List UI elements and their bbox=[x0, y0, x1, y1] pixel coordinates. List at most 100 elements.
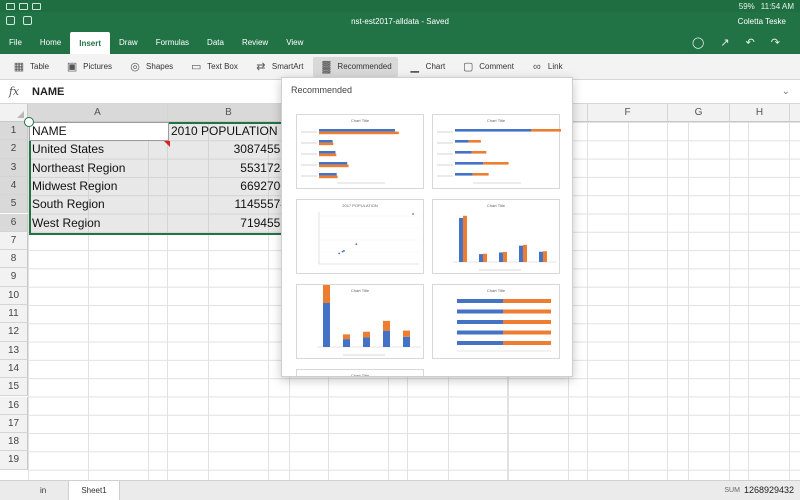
column bbox=[323, 303, 330, 347]
sheet-tabs-bar: in Sheet1 SUM 1268929432 bbox=[0, 480, 800, 500]
lightbulb-icon[interactable]: ◯ bbox=[692, 36, 704, 49]
share-icon[interactable]: ↗ bbox=[720, 36, 729, 49]
row-header-6[interactable]: 6 bbox=[0, 213, 28, 232]
cell-b5[interactable]: 11455574 bbox=[168, 195, 290, 213]
text-box-icon: ▭ bbox=[190, 61, 202, 73]
row-header-12[interactable]: 12 bbox=[0, 323, 28, 342]
row-header-15[interactable]: 15 bbox=[0, 378, 28, 397]
cell-a4[interactable]: Midwest Region bbox=[29, 177, 168, 195]
row-header-14[interactable]: 14 bbox=[0, 359, 28, 379]
bar bbox=[503, 341, 551, 345]
tab-home[interactable]: Home bbox=[31, 30, 70, 54]
cell-a1[interactable]: NAME bbox=[29, 122, 168, 140]
data-point bbox=[412, 213, 414, 215]
tab-insert[interactable]: Insert bbox=[70, 32, 111, 54]
chart-thumbnail-3[interactable]: 2017 POPULATION bbox=[296, 199, 424, 274]
tab-file[interactable]: File bbox=[0, 30, 31, 54]
toolbar-recommended-button[interactable]: ▓ Recommended bbox=[313, 56, 398, 77]
link-icon: ∞ bbox=[533, 60, 541, 73]
column-header-i[interactable]: I bbox=[790, 104, 800, 122]
error-flag[interactable] bbox=[164, 141, 170, 147]
row-header-2[interactable]: 2 bbox=[0, 140, 28, 159]
tab-view[interactable]: View bbox=[277, 30, 312, 54]
fx-icon[interactable]: fx bbox=[0, 85, 28, 98]
title-bar: nst-est2017-alldata - Saved Coletta Tesk… bbox=[0, 12, 800, 30]
row-header-19[interactable]: 19 bbox=[0, 451, 28, 470]
row-header-18[interactable]: 18 bbox=[0, 433, 28, 452]
ribbon-tabs: File Home Insert Draw Formulas Data Review View… bbox=[0, 30, 800, 54]
row-header-8[interactable]: 8 bbox=[0, 250, 28, 269]
cell-b3[interactable]: 5531724 bbox=[168, 159, 290, 177]
chart-thumbnail-4[interactable]: Chart Title bbox=[432, 199, 560, 274]
toolbar-link-button[interactable]: ∞ Link bbox=[524, 57, 569, 77]
row-header-17[interactable]: 17 bbox=[0, 414, 28, 434]
column bbox=[519, 245, 523, 262]
column-header-a[interactable]: A bbox=[28, 104, 168, 122]
chart-thumbnail-7[interactable]: Chart Title bbox=[296, 369, 424, 376]
row-header-5[interactable]: 5 bbox=[0, 195, 28, 214]
sheet-tab-sheet1[interactable]: Sheet1 bbox=[68, 481, 120, 500]
battery-level: 59% bbox=[738, 1, 755, 11]
tab-review[interactable]: Review bbox=[233, 30, 277, 54]
toolbar-label: Shapes bbox=[146, 62, 174, 71]
row-header-9[interactable]: 9 bbox=[0, 268, 28, 287]
tab-draw[interactable]: Draw bbox=[110, 30, 147, 54]
toolbar-comment-button[interactable]: ▢ Comment bbox=[455, 56, 520, 77]
column bbox=[403, 336, 410, 347]
toolbar-smartart-button[interactable]: ⇄ SmartArt bbox=[248, 56, 310, 77]
thumbnail-chart-svg bbox=[453, 215, 557, 271]
column-header-g[interactable]: G bbox=[668, 104, 730, 122]
row-header-3[interactable]: 3 bbox=[0, 158, 28, 177]
thumbnail-chart-svg bbox=[301, 129, 399, 184]
toolbar-pictures-button[interactable]: ▣ Pictures bbox=[59, 56, 118, 77]
cell-b4[interactable]: 6692700 bbox=[168, 177, 290, 195]
sheet-tab-in[interactable]: in bbox=[32, 481, 54, 500]
cell-b6[interactable]: 7194555 bbox=[168, 214, 290, 232]
row-header-1[interactable]: 1 bbox=[0, 122, 28, 141]
toolbar-chart-button[interactable]: ▁ Chart bbox=[402, 56, 452, 77]
column bbox=[343, 334, 350, 340]
thumbnail-chart-svg bbox=[457, 299, 551, 352]
toolbar-text-box-button[interactable]: ▭ Text Box bbox=[183, 56, 244, 77]
cell-b1[interactable]: 2010 POPULATION bbox=[168, 122, 290, 140]
selection-handle-top[interactable] bbox=[24, 117, 34, 127]
tab-data[interactable]: Data bbox=[198, 30, 233, 54]
bar bbox=[455, 151, 472, 154]
redo-icon[interactable]: ↷ bbox=[771, 36, 780, 49]
app-icon bbox=[32, 2, 41, 10]
chart-thumbnail-1[interactable]: Chart Title bbox=[296, 114, 424, 189]
tab-formulas[interactable]: Formulas bbox=[147, 30, 198, 54]
chart-thumbnail-6[interactable]: Chart Title bbox=[432, 284, 560, 359]
toolbar-label: Recommended bbox=[337, 62, 392, 71]
column bbox=[343, 339, 350, 347]
bar bbox=[319, 131, 399, 135]
row-header-11[interactable]: 11 bbox=[0, 305, 28, 324]
cell-a3[interactable]: Northeast Region bbox=[29, 159, 168, 177]
cell-a2[interactable]: United States bbox=[29, 140, 168, 158]
toolbar-label: Comment bbox=[479, 62, 514, 71]
data-point bbox=[338, 252, 341, 255]
bar bbox=[503, 299, 551, 303]
undo-icon[interactable]: ↶ bbox=[746, 36, 755, 49]
chart-thumbnail-2[interactable]: Chart Title bbox=[432, 114, 561, 189]
excel-app: 59% 11:54 AM nst-est2017-alldata - Saved… bbox=[0, 0, 800, 500]
toolbar-table-button[interactable]: ▦ Table bbox=[6, 56, 55, 77]
row-header-4[interactable]: 4 bbox=[0, 176, 28, 196]
cell-a6[interactable]: West Region bbox=[29, 214, 168, 232]
clock: 11:54 AM bbox=[760, 1, 794, 11]
chart-thumbnail-5[interactable]: Chart Title bbox=[296, 284, 424, 359]
cell-b2[interactable]: 30874553 bbox=[168, 140, 290, 158]
row-header-16[interactable]: 16 bbox=[0, 396, 28, 415]
user-name[interactable]: Coletta Teske bbox=[738, 17, 786, 26]
cell-a5[interactable]: South Region bbox=[29, 195, 168, 213]
row-header-10[interactable]: 10 bbox=[0, 286, 28, 305]
column-header-h[interactable]: H bbox=[730, 104, 790, 122]
column-header-f[interactable]: F bbox=[588, 104, 668, 122]
toolbar-shapes-button[interactable]: ◎ Shapes bbox=[122, 56, 179, 77]
column-header-b[interactable]: B bbox=[168, 104, 290, 122]
row-header-13[interactable]: 13 bbox=[0, 341, 28, 360]
row-header-7[interactable]: 7 bbox=[0, 231, 28, 251]
column bbox=[383, 330, 390, 347]
formula-input[interactable]: NAME bbox=[28, 86, 64, 98]
chevron-down-icon[interactable]: ⌄ bbox=[782, 86, 790, 97]
